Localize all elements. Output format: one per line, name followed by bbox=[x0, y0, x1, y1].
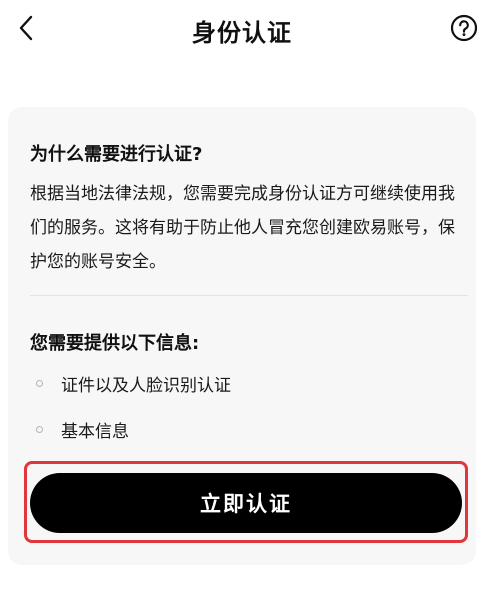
verify-now-button[interactable]: 立即认证 bbox=[30, 473, 462, 533]
bullet-icon bbox=[36, 380, 43, 387]
verification-info-card: 为什么需要进行认证? 根据当地法律法规，您需要完成身份认证方可继续使用我们的服务… bbox=[8, 107, 476, 565]
requirement-label: 基本信息 bbox=[61, 422, 129, 442]
verify-now-label: 立即认证 bbox=[200, 492, 292, 516]
top-nav-bar: 身份认证 bbox=[0, 0, 484, 60]
requirements-title: 您需要提供以下信息: bbox=[30, 333, 200, 354]
requirement-item: 基本信息 bbox=[30, 417, 129, 442]
question-circle-icon bbox=[450, 14, 478, 46]
reason-title: 为什么需要进行认证? bbox=[30, 144, 203, 165]
page-title: 身份认证 bbox=[192, 19, 292, 47]
section-divider bbox=[30, 295, 468, 296]
requirement-label: 证件以及人脸识别认证 bbox=[61, 376, 231, 396]
reason-description: 根据当地法律法规，您需要完成身份认证方可继续使用我们的服务。这将有助于防止他人冒… bbox=[30, 184, 455, 272]
bullet-icon bbox=[36, 426, 43, 433]
requirement-item: 证件以及人脸识别认证 bbox=[30, 371, 231, 396]
help-button[interactable] bbox=[448, 14, 480, 46]
